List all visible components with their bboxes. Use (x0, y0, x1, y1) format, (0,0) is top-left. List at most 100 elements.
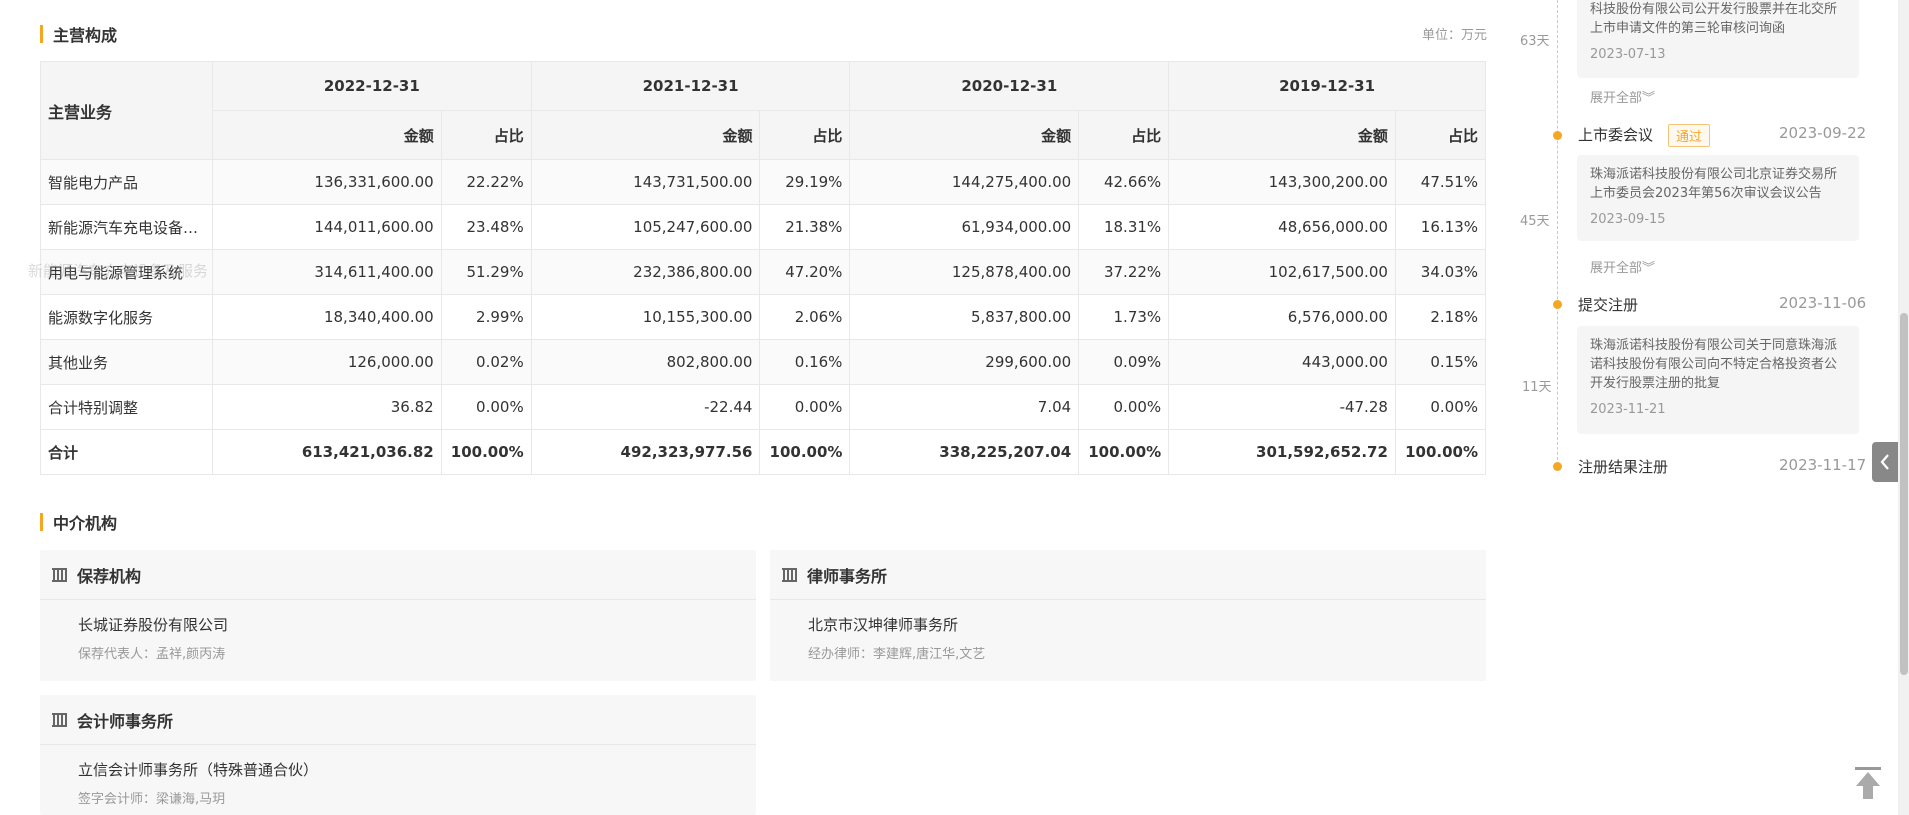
law-firm-card: 律师事务所 北京市汉坤律师事务所 经办律师：李建辉,唐江华,文艺 (770, 550, 1486, 681)
cell-ratio: 22.22% (440, 159, 532, 205)
table-row: 合计特别调整 36.82 0.00% -22.44 0.00% 7.04 0.00% -47.… (40, 384, 1487, 430)
cell-amount: 18,340,400.00 (211, 294, 442, 340)
card-title: 律师事务所 (807, 566, 888, 586)
header-ratio: 占比 (759, 110, 851, 160)
cell-ratio: 2.99% (440, 294, 532, 340)
agency-name: 立信会计师事务所（特殊普通合伙） (78, 761, 319, 779)
card-title: 保荐机构 (77, 566, 142, 586)
section-title-main: 主营构成 (40, 24, 118, 45)
cell-ratio: 16.13% (1394, 204, 1487, 250)
table-row: 新能源汽车充电设备… 144,011,600.00 23.48% 105,247,60… (40, 204, 1487, 250)
double-chevron-down-icon: ︾ (1642, 261, 1656, 276)
cell-amount: 36.82 (211, 384, 442, 430)
table-row: 其他业务 126,000.00 0.02% 802,800.00 0.16% 299,60… (40, 339, 1487, 385)
agency-accountants: 签字会计师：梁谦海,马玥 (78, 792, 226, 807)
cell-ratio: 34.03% (1394, 249, 1487, 295)
sponsor-card: 保荐机构 长城证券股份有限公司 保荐代表人：孟祥,颜丙涛 (40, 550, 756, 681)
section-title-text: 中介机构 (53, 514, 118, 533)
cell-amount: 144,011,600.00 (211, 204, 442, 250)
cell-amount: 7.04 (849, 384, 1080, 430)
header-amount: 金额 (530, 110, 761, 160)
status-badge: 通过 (1668, 124, 1711, 147)
back-to-top-button[interactable] (1852, 766, 1884, 800)
cell-amount: 443,000.00 (1168, 339, 1396, 385)
scrollbar-thumb[interactable] (1900, 313, 1908, 675)
cell-amount: 48,656,000.00 (1168, 204, 1396, 250)
timeline-doc-box[interactable]: 科技股份有限公司公开发行股票并在北交所上市申请文件的第三轮审核问询函 2023-… (1577, 0, 1859, 78)
cell-ratio: 0.16% (759, 339, 851, 385)
hover-tooltip-ghost: 新能源汽车充电设备及服务 (28, 262, 209, 280)
table-total-row: 合计 613,421,036.82 100.00% 492,323,977.56 100… (40, 429, 1487, 475)
row-business-name: 合计 (40, 429, 213, 475)
cell-ratio: 0.02% (440, 339, 532, 385)
accounting-firm-card: 会计师事务所 立信会计师事务所（特殊普通合伙） 签字会计师：梁谦海,马玥 (40, 695, 756, 815)
table-row: 用电与能源管理系统 314,611,400.00 51.29% 232,386,800… (40, 249, 1487, 295)
agency-representatives: 保荐代表人：孟祥,颜丙涛 (78, 647, 226, 662)
cell-ratio: 0.00% (759, 384, 851, 430)
timeline-doc-text: 珠海派诺科技股份有限公司关于同意珠海派诺科技股份有限公司向不特定合格投资者公开发… (1590, 338, 1838, 391)
timeline-doc-text: 科技股份有限公司公开发行股票并在北交所上市申请文件的第三轮审核问询函 (1590, 2, 1838, 36)
expand-label: 展开全部 (1590, 261, 1643, 276)
cell-amount: 299,600.00 (849, 339, 1080, 385)
timeline-doc-date: 2023-11-21 (1590, 402, 1666, 417)
timeline-doc-date: 2023-07-13 (1590, 47, 1666, 62)
timeline-event-date: 2023-11-17 (1779, 456, 1867, 474)
header-ratio: 占比 (440, 110, 532, 160)
cell-amount: 314,611,400.00 (211, 249, 442, 295)
collapse-panel-button[interactable] (1872, 442, 1898, 482)
cell-amount: 144,275,400.00 (849, 159, 1080, 205)
cell-ratio: 47.51% (1394, 159, 1487, 205)
section-title-agency: 中介机构 (40, 512, 118, 533)
cell-amount: -47.28 (1168, 384, 1396, 430)
header-amount: 金额 (1168, 110, 1396, 160)
cell-ratio: 51.29% (440, 249, 532, 295)
cell-ratio: 0.15% (1394, 339, 1487, 385)
timeline-dot (1553, 131, 1562, 140)
header-ratio: 占比 (1078, 110, 1170, 160)
cell-ratio: 100.00% (759, 429, 851, 475)
days-gap: 11天 (1522, 380, 1552, 395)
cell-amount: 102,617,500.00 (1168, 249, 1396, 295)
cell-ratio: 100.00% (440, 429, 532, 475)
timeline-doc-box[interactable]: 珠海派诺科技股份有限公司关于同意珠海派诺科技股份有限公司向不特定合格投资者公开发… (1577, 326, 1859, 434)
days-gap: 45天 (1520, 214, 1550, 229)
cell-amount: 802,800.00 (530, 339, 761, 385)
cell-amount: 10,155,300.00 (530, 294, 761, 340)
timeline-doc-box[interactable]: 珠海派诺科技股份有限公司北京证券交易所上市委员会2023年第56次审议会议公告 … (1577, 155, 1859, 241)
cell-amount: 126,000.00 (211, 339, 442, 385)
section-title-text: 主营构成 (53, 26, 118, 45)
chevron-left-icon (1880, 454, 1889, 470)
header-ratio: 占比 (1394, 110, 1487, 160)
agency-name: 北京市汉坤律师事务所 (808, 616, 959, 634)
cell-amount: 125,878,400.00 (849, 249, 1080, 295)
row-business-name: 智能电力产品 (40, 159, 213, 205)
timeline-doc-text: 珠海派诺科技股份有限公司北京证券交易所上市委员会2023年第56次审议会议公告 (1590, 167, 1838, 201)
cell-amount: 105,247,600.00 (530, 204, 761, 250)
cell-ratio: 100.00% (1394, 429, 1487, 475)
header-year: 2021-12-31 (530, 61, 851, 111)
card-header: 律师事务所 (770, 550, 1486, 600)
header-amount: 金额 (849, 110, 1080, 160)
table-row: 智能电力产品 136,331,600.00 22.22% 143,731,500.00… (40, 159, 1487, 205)
main-business-table: 主营业务 2022-12-31 2021-12-31 2020-12-31 20… (40, 61, 1487, 475)
cell-ratio: 37.22% (1078, 249, 1170, 295)
cell-ratio: 0.00% (1394, 384, 1487, 430)
cell-amount: 492,323,977.56 (530, 429, 761, 475)
cell-amount: 232,386,800.00 (530, 249, 761, 295)
timeline-event-title: 注册结果注册 (1578, 458, 1669, 476)
cell-amount: 61,934,000.00 (849, 204, 1080, 250)
cell-ratio: 2.18% (1394, 294, 1487, 340)
expand-all-link[interactable]: 展开全部︾ (1590, 87, 1655, 106)
header-year: 2022-12-31 (211, 61, 532, 111)
header-year: 2020-12-31 (849, 61, 1170, 111)
cell-amount: 338,225,207.04 (849, 429, 1080, 475)
cell-ratio: 18.31% (1078, 204, 1170, 250)
timeline-event-date: 2023-09-22 (1779, 124, 1867, 142)
expand-all-link[interactable]: 展开全部︾ (1590, 257, 1655, 276)
cell-ratio: 0.00% (440, 384, 532, 430)
timeline-event-title: 提交注册 (1578, 296, 1639, 314)
row-business-name: 合计特别调整 (40, 384, 213, 430)
cell-ratio: 23.48% (440, 204, 532, 250)
cell-ratio: 0.00% (1078, 384, 1170, 430)
row-business-name: 新能源汽车充电设备… (40, 204, 213, 250)
